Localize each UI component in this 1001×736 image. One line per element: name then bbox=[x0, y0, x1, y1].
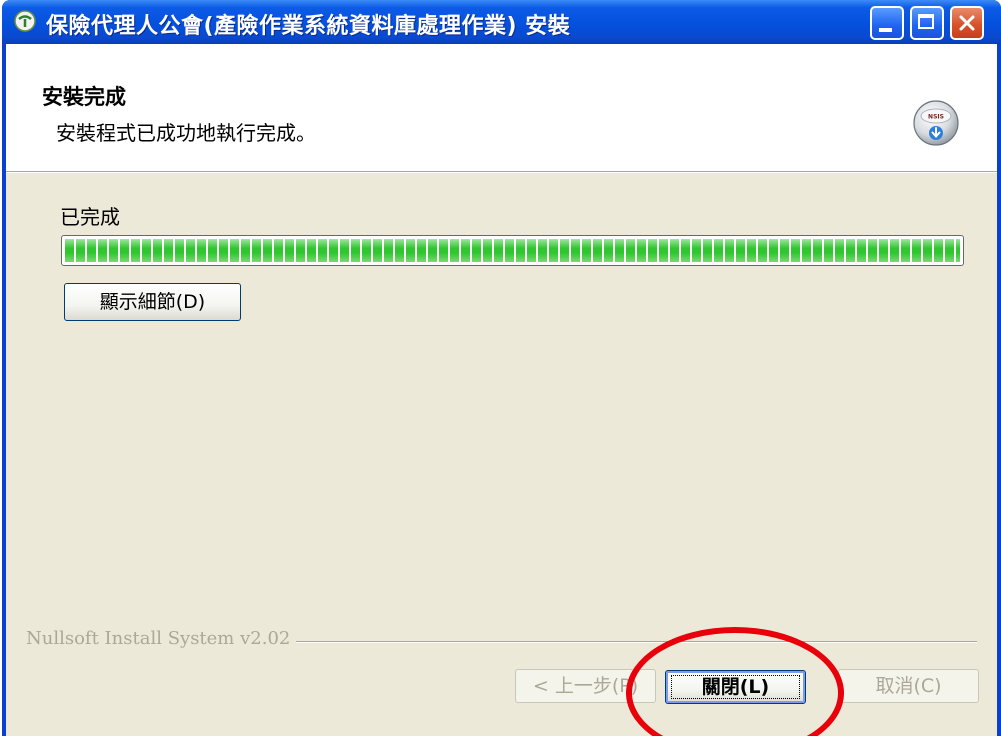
installer-window: 保險代理人公會(產險作業系統資料庫處理作業) 安裝 安裝完成 安裝程式已成功地執… bbox=[2, 0, 1001, 736]
cancel-button[interactable]: 取消(C) bbox=[838, 669, 979, 703]
maximize-button[interactable] bbox=[910, 6, 944, 40]
close-button[interactable]: 關閉(L) bbox=[665, 670, 806, 704]
show-details-button[interactable]: 顯示細節(D) bbox=[64, 283, 241, 321]
window-title: 保險代理人公會(產險作業系統資料庫處理作業) 安裝 bbox=[46, 14, 571, 39]
minimize-button[interactable] bbox=[870, 6, 904, 40]
close-icon bbox=[959, 15, 975, 31]
back-button[interactable]: < 上一步(P) bbox=[515, 669, 656, 703]
app-icon bbox=[14, 10, 36, 32]
install-progress-bar bbox=[61, 235, 964, 266]
header-panel: 安裝完成 安裝程式已成功地執行完成。 NSIS bbox=[6, 44, 997, 173]
progress-sheen bbox=[65, 239, 960, 262]
dialog-body: 安裝完成 安裝程式已成功地執行完成。 NSIS 已完成 顯示細節(D) Null… bbox=[6, 44, 997, 736]
title-bar[interactable]: 保險代理人公會(產險作業系統資料庫處理作業) 安裝 bbox=[2, 0, 1001, 44]
page-title: 安裝完成 bbox=[42, 85, 126, 109]
installer-disc-icon: NSIS bbox=[913, 100, 959, 146]
focus-rectangle bbox=[671, 675, 800, 699]
branding-text: Nullsoft Install System v2.02 bbox=[26, 628, 297, 649]
svg-text:NSIS: NSIS bbox=[928, 114, 944, 121]
page-subtitle: 安裝程式已成功地執行完成。 bbox=[56, 121, 316, 145]
close-window-button[interactable] bbox=[950, 6, 984, 40]
status-label: 已完成 bbox=[60, 205, 120, 229]
progress-fill bbox=[65, 239, 960, 262]
